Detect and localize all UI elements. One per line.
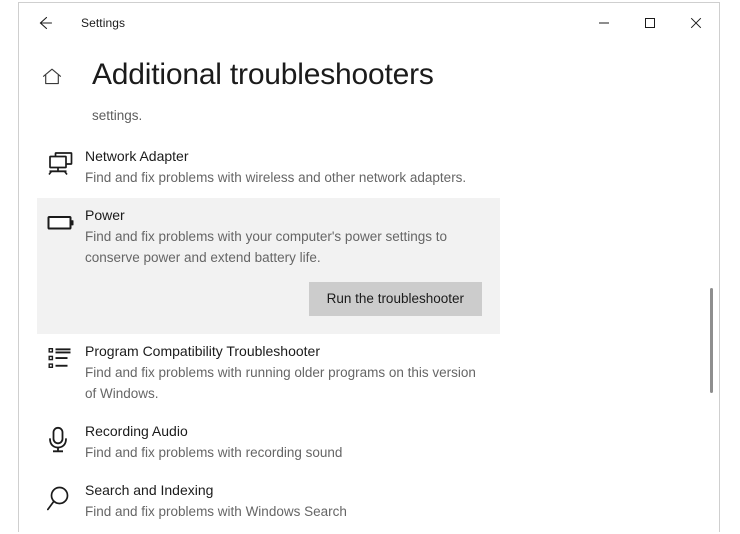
microphone-icon (37, 422, 85, 463)
troubleshooter-body: Recording Audio Find and fix problems wi… (85, 422, 500, 463)
troubleshooter-item-recording-audio[interactable]: Recording Audio Find and fix problems wi… (37, 414, 500, 473)
close-button[interactable] (673, 3, 719, 43)
minimize-icon (598, 17, 610, 29)
minimize-button[interactable] (581, 3, 627, 43)
maximize-icon (644, 17, 656, 29)
troubleshooter-description: Find and fix problems with running older… (85, 365, 476, 401)
battery-icon (37, 206, 85, 332)
settings-window: Settings Additional troubleshooters sett… (18, 2, 720, 532)
back-arrow-icon (35, 13, 55, 33)
troubleshooter-body: Power Find and fix problems with your co… (85, 206, 500, 332)
search-icon (37, 481, 85, 522)
troubleshooter-description: Find and fix problems with your computer… (85, 229, 447, 265)
troubleshooter-body: Search and Indexing Find and fix problem… (85, 481, 500, 522)
troubleshooter-title: Program Compatibility Troubleshooter (85, 343, 320, 359)
network-adapter-icon (37, 147, 85, 188)
troubleshooter-item-network-adapter[interactable]: Network Adapter Find and fix problems wi… (37, 139, 500, 198)
close-icon (690, 17, 702, 29)
maximize-button[interactable] (627, 3, 673, 43)
home-button[interactable] (37, 55, 67, 92)
troubleshooter-description: Find and fix problems with recording sou… (85, 445, 343, 460)
troubleshooter-list: Network Adapter Find and fix problems wi… (19, 139, 719, 532)
page-header: Additional troubleshooters (19, 55, 719, 103)
window-caption-buttons (581, 3, 719, 43)
vertical-scrollbar[interactable] (705, 43, 719, 532)
troubleshooter-body: Network Adapter Find and fix problems wi… (85, 147, 500, 188)
run-troubleshooter-button[interactable]: Run the troubleshooter (308, 282, 482, 316)
troubleshooter-description: Find and fix problems with Windows Searc… (85, 504, 347, 519)
troubleshooter-item-program-compatibility[interactable]: Program Compatibility Troubleshooter Fin… (37, 334, 500, 414)
troubleshooter-title: Power (85, 207, 125, 223)
troubleshooter-title: Search and Indexing (85, 482, 214, 498)
intro-text: settings. (92, 108, 143, 123)
troubleshooter-item-search-and-indexing[interactable]: Search and Indexing Find and fix problem… (37, 473, 500, 532)
list-icon (37, 342, 85, 404)
action-row: Run the troubleshooter (85, 268, 494, 332)
scrollbar-thumb[interactable] (710, 288, 713, 393)
title-bar: Settings (19, 3, 719, 43)
page-title: Additional troubleshooters (92, 58, 434, 91)
troubleshooter-body: Program Compatibility Troubleshooter Fin… (85, 342, 500, 404)
troubleshooter-item-power[interactable]: Power Find and fix problems with your co… (37, 198, 500, 334)
troubleshooter-title: Network Adapter (85, 148, 189, 164)
back-button[interactable] (23, 4, 67, 42)
app-title: Settings (81, 16, 126, 30)
troubleshooter-title: Recording Audio (85, 423, 188, 439)
troubleshooter-description: Find and fix problems with wireless and … (85, 170, 467, 185)
home-icon (41, 67, 63, 92)
